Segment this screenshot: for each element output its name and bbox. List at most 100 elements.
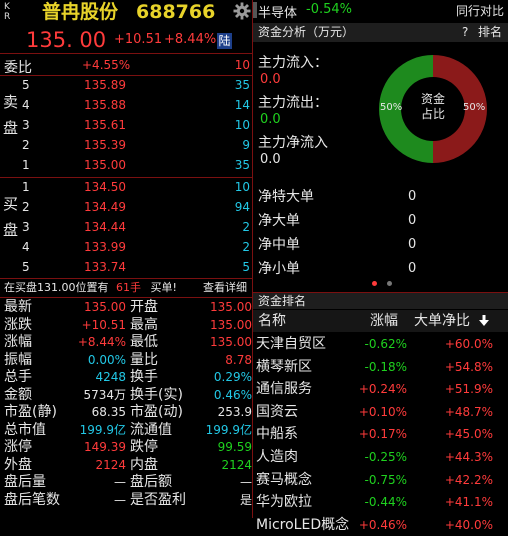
rank-change: +0.10% — [358, 404, 407, 419]
rank-net-ratio: +60.0% — [444, 337, 493, 351]
rank-change: +0.17% — [358, 427, 407, 442]
quote-value: 99.59 — [217, 440, 252, 454]
net-inflow-label: 主力净流入 — [258, 135, 328, 151]
fund-donut-chart: 50% 50% 资金 占比 — [364, 52, 502, 167]
rank-name: 华为欧拉 — [256, 494, 312, 511]
quote-label: 盘后额 — [130, 474, 172, 490]
rank-row[interactable]: 横琴新区 -0.18% +54.8% — [253, 356, 508, 378]
rank-row[interactable]: 华为欧拉 -0.44% +41.1% — [253, 491, 508, 513]
quote-label: 振幅 — [4, 351, 32, 368]
quote-label: 开盘 — [130, 299, 158, 315]
price-change-pct: +8.44% — [164, 32, 217, 47]
sell-order-row[interactable]: 3 135.61 10 — [0, 116, 252, 136]
quote-row: 盘后量 — 盘后额 — — [0, 473, 252, 491]
kr-badge: K R — [4, 2, 11, 22]
buy-order-row[interactable]: 4 133.99 2 — [0, 238, 252, 258]
donut-right-pct: 50% — [463, 102, 486, 113]
sell-order-row[interactable]: 2 135.39 9 — [0, 136, 252, 156]
buy-order-row[interactable]: 5 133.74 5 — [0, 258, 252, 278]
rank-change: -0.25% — [364, 450, 407, 464]
rank-row[interactable]: MicroLED概念 +0.46% +40.0% — [253, 514, 508, 536]
rank-button[interactable]: 排名 — [478, 24, 502, 41]
quote-label: 外盘 — [4, 456, 32, 473]
quote-label: 量比 — [130, 351, 158, 368]
rank-change: -0.44% — [364, 495, 407, 510]
net-order-label: 净大单 — [258, 213, 300, 229]
rank-name: MicroLED概念 — [256, 516, 350, 533]
buy-order-row[interactable]: 3 134.44 2 — [0, 218, 252, 238]
sort-desc-icon[interactable] — [479, 315, 489, 327]
fund-title: 资金分析（万元） — [258, 25, 355, 39]
sell-order-row[interactable]: 1 135.00 35 — [0, 156, 252, 176]
rank-row[interactable]: 中船系 +0.17% +45.0% — [253, 423, 508, 445]
rank-row[interactable]: 天津自贸区 -0.62% +60.0% — [253, 333, 508, 355]
market-badge: 陆 — [217, 33, 232, 49]
quote-label: 最新 — [4, 299, 32, 315]
gear-icon[interactable] — [233, 2, 251, 20]
sell-order-row[interactable]: 4 135.88 14 — [0, 96, 252, 116]
order-level: 4 — [22, 98, 30, 112]
order-price: 135.88 — [84, 98, 126, 112]
net-order-value: 0 — [408, 213, 417, 228]
queue-text: 在买盘131.00位置有 — [4, 281, 109, 294]
quote-label: 涨幅 — [4, 334, 32, 350]
help-icon[interactable]: ? — [462, 24, 468, 41]
carousel-dots[interactable] — [372, 280, 402, 288]
col-name[interactable]: 名称 — [258, 310, 286, 332]
quote-value: 4248 — [95, 370, 126, 384]
order-price: 133.74 — [84, 260, 126, 274]
rank-row[interactable]: 赛马概念 -0.75% +42.2% — [253, 469, 508, 491]
quote-value: 0.00% — [87, 352, 126, 367]
queue-detail-link[interactable]: 查看详细 — [203, 280, 247, 295]
net-order-value: 0 — [408, 261, 417, 276]
queue-notice[interactable]: 在买盘131.00位置有 61手 买单! — [4, 280, 177, 295]
quote-label: 总市值 — [4, 421, 46, 438]
buy-order-row[interactable]: 1 134.50 10 — [0, 178, 252, 198]
quote-label: 盘后量 — [4, 474, 46, 490]
order-volume: 35 — [234, 158, 250, 172]
col-net[interactable]: 大单净比 — [414, 310, 470, 332]
quote-label: 换手 — [130, 369, 158, 385]
sector-change: -0.54% — [306, 2, 352, 17]
quote-value: 2124 — [95, 457, 126, 472]
quote-row: 涨跌 +10.51 最高 135.00 — [0, 316, 252, 334]
rank-row[interactable]: 通信服务 +0.24% +51.9% — [253, 378, 508, 400]
rank-row[interactable]: 国资云 +0.10% +48.7% — [253, 401, 508, 423]
sector-name[interactable]: 半导体 — [258, 2, 297, 21]
quote-value: +8.44% — [77, 335, 126, 349]
order-level: 2 — [22, 138, 30, 152]
rank-net-ratio: +51.9% — [444, 382, 493, 397]
quote-value: 5734万 — [83, 387, 126, 402]
rank-change: -0.62% — [364, 337, 407, 351]
quote-value: 是 — [239, 492, 252, 507]
order-price: 135.39 — [84, 138, 126, 152]
rank-name: 通信服务 — [256, 381, 312, 398]
rank-name: 人造肉 — [256, 449, 298, 465]
carousel-dot-active[interactable] — [372, 281, 377, 286]
current-price: 135. 00 — [26, 28, 107, 52]
quote-label: 最高 — [130, 316, 158, 333]
quote-value: — — [114, 475, 126, 489]
rank-net-ratio: +44.3% — [444, 450, 493, 464]
carousel-dot[interactable] — [387, 281, 392, 286]
order-price: 134.44 — [84, 220, 126, 234]
quote-value: 135.00 — [210, 300, 252, 314]
stock-name: 普冉股份 — [42, 1, 119, 23]
quote-value: +10.51 — [81, 317, 126, 332]
order-volume: 2 — [242, 240, 250, 254]
col-change[interactable]: 涨幅 — [370, 310, 398, 332]
quote-value: 253.9 — [217, 405, 252, 419]
donut-left-pct: 50% — [380, 102, 403, 113]
sell-order-row[interactable]: 5 135.89 35 — [0, 76, 252, 96]
quote-label: 市盈(动) — [130, 404, 183, 420]
outflow-value: 0.0 — [260, 112, 281, 127]
order-volume: 14 — [234, 98, 250, 112]
peer-compare-link[interactable]: 同行对比 — [456, 2, 504, 19]
rank-row[interactable]: 人造肉 -0.25% +44.3% — [253, 446, 508, 468]
outflow-label: 主力流出： — [258, 95, 328, 111]
buy-order-row[interactable]: 2 134.49 94 — [0, 198, 252, 218]
price-change: +10.51 — [114, 32, 163, 47]
order-volume: 35 — [234, 78, 250, 92]
quote-label: 是否盈利 — [130, 491, 186, 508]
order-level: 5 — [22, 260, 30, 274]
